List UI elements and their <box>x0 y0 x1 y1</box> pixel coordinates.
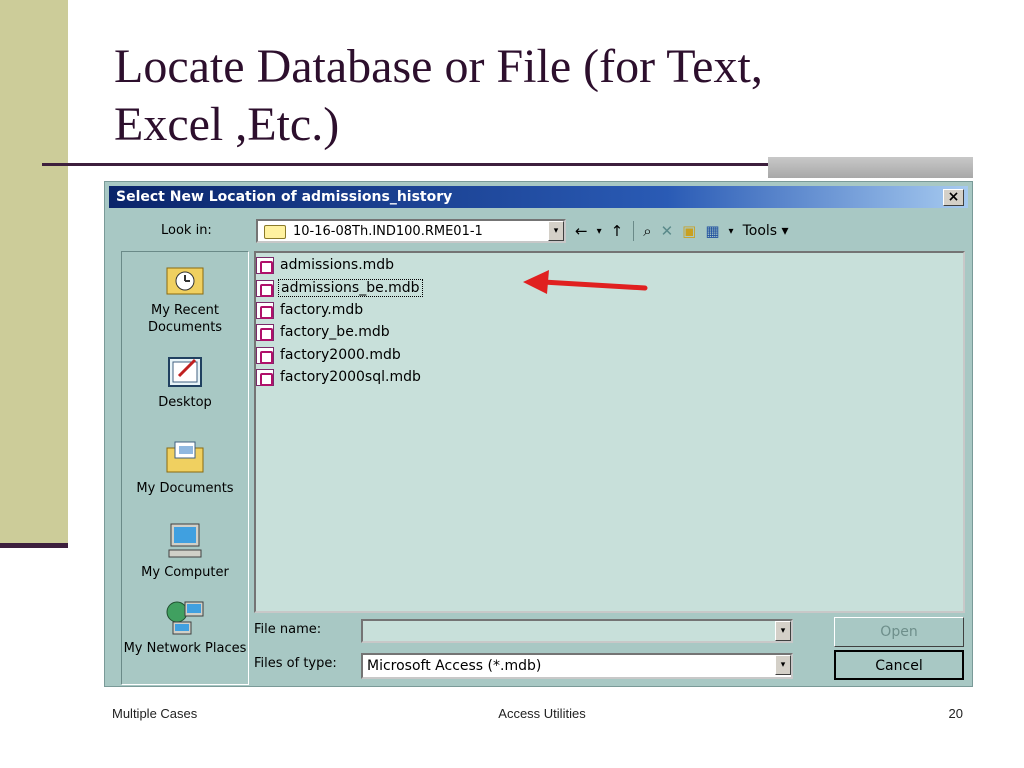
place-label: My Recent Documents <box>147 303 223 335</box>
access-file-icon <box>256 279 274 297</box>
views-dropdown-icon[interactable]: ▾ <box>729 226 734 237</box>
place-label: My Network Places <box>123 641 247 656</box>
back-icon[interactable]: ← <box>575 222 588 240</box>
place-label: My Documents <box>136 481 234 496</box>
slide-side-bar-line <box>0 543 68 548</box>
look-in-combo[interactable]: 10-16-08Th.IND100.RME01-1 ▾ <box>256 219 566 243</box>
list-item[interactable]: factory_be.mdb <box>256 321 392 343</box>
title-divider <box>42 163 772 166</box>
file-name-input[interactable]: ▾ <box>361 619 793 643</box>
file-name: factory_be.mdb <box>280 324 390 340</box>
footer-center-text: Access Utilities <box>498 706 586 721</box>
places-bar: My Recent Documents Desktop My Documents… <box>121 251 249 685</box>
access-file-icon <box>256 301 274 319</box>
access-file-icon <box>256 346 274 364</box>
place-label: Desktop <box>158 395 212 410</box>
desktop-icon <box>163 352 207 390</box>
place-label: My Computer <box>141 565 229 580</box>
file-name: factory2000.mdb <box>280 347 401 363</box>
access-file-icon <box>256 368 274 386</box>
list-item[interactable]: admissions.mdb <box>256 254 396 276</box>
recent-documents-icon <box>163 260 207 298</box>
tools-menu[interactable]: Tools ▾ <box>743 223 789 239</box>
file-name: factory2000sql.mdb <box>280 369 421 385</box>
slide-title: Locate Database or File (for Text, Excel… <box>114 38 974 154</box>
delete-icon[interactable]: ✕ <box>661 222 674 240</box>
place-my-computer[interactable]: My Computer <box>122 522 248 581</box>
look-in-label: Look in: <box>161 223 212 238</box>
file-list: admissions.mdb admissions_be.mdb factory… <box>254 251 965 613</box>
access-file-icon <box>256 323 274 341</box>
dialog-titlebar: Select New Location of admissions_histor… <box>109 186 968 208</box>
list-item[interactable]: factory.mdb <box>256 299 365 321</box>
look-in-value: 10-16-08Th.IND100.RME01-1 <box>293 224 483 239</box>
decorative-gray-block <box>768 157 973 178</box>
file-name: admissions.mdb <box>280 257 395 273</box>
select-location-dialog: Select New Location of admissions_histor… <box>104 181 973 687</box>
up-folder-icon[interactable]: ↑ <box>611 222 624 240</box>
open-button[interactable]: Open <box>834 617 964 647</box>
place-my-recent-documents[interactable]: My Recent Documents <box>122 260 248 336</box>
place-my-network-places[interactable]: My Network Places <box>122 598 248 657</box>
dialog-title: Select New Location of admissions_histor… <box>116 189 453 205</box>
file-name: admissions_be.mdb <box>278 279 423 297</box>
list-item[interactable]: admissions_be.mdb <box>256 277 423 299</box>
files-of-type-select[interactable]: Microsoft Access (*.mdb) ▾ <box>361 653 793 679</box>
place-desktop[interactable]: Desktop <box>122 352 248 411</box>
back-dropdown-icon[interactable]: ▾ <box>597 226 602 237</box>
access-file-icon <box>256 256 274 274</box>
dialog-toolbar: ← ▾ ↑ ⌕ ✕ ▣ ▦ ▾ Tools ▾ <box>575 218 789 244</box>
files-of-type-dropdown-button[interactable]: ▾ <box>775 655 791 675</box>
close-button[interactable]: × <box>943 189 964 206</box>
folder-icon <box>264 225 286 239</box>
slide-title-line-1: Locate Database or File (for Text, <box>114 40 763 93</box>
place-my-documents[interactable]: My Documents <box>122 438 248 497</box>
red-pointer-arrow <box>523 270 648 294</box>
file-name-label: File name: <box>254 622 322 637</box>
views-icon[interactable]: ▦ <box>705 222 719 240</box>
new-folder-icon[interactable]: ▣ <box>682 222 696 240</box>
look-in-dropdown-button[interactable]: ▾ <box>548 221 564 241</box>
files-of-type-label: Files of type: <box>254 656 337 671</box>
slide-number: 20 <box>948 706 963 721</box>
my-computer-icon <box>163 522 207 560</box>
toolbar-separator <box>633 221 635 241</box>
search-web-icon[interactable]: ⌕ <box>643 222 651 240</box>
file-name: factory.mdb <box>280 302 364 318</box>
slide-side-bar <box>0 0 68 543</box>
files-of-type-value: Microsoft Access (*.mdb) <box>367 658 542 674</box>
cancel-button[interactable]: Cancel <box>834 650 964 680</box>
slide-title-line-2: Excel ,Etc.) <box>114 98 340 151</box>
list-item[interactable]: factory2000.mdb <box>256 344 403 366</box>
file-name-dropdown-button[interactable]: ▾ <box>775 621 791 641</box>
footer-left-text: Multiple Cases <box>112 706 198 721</box>
my-documents-icon <box>163 438 207 476</box>
network-places-icon <box>163 598 207 636</box>
list-item[interactable]: factory2000sql.mdb <box>256 366 423 388</box>
